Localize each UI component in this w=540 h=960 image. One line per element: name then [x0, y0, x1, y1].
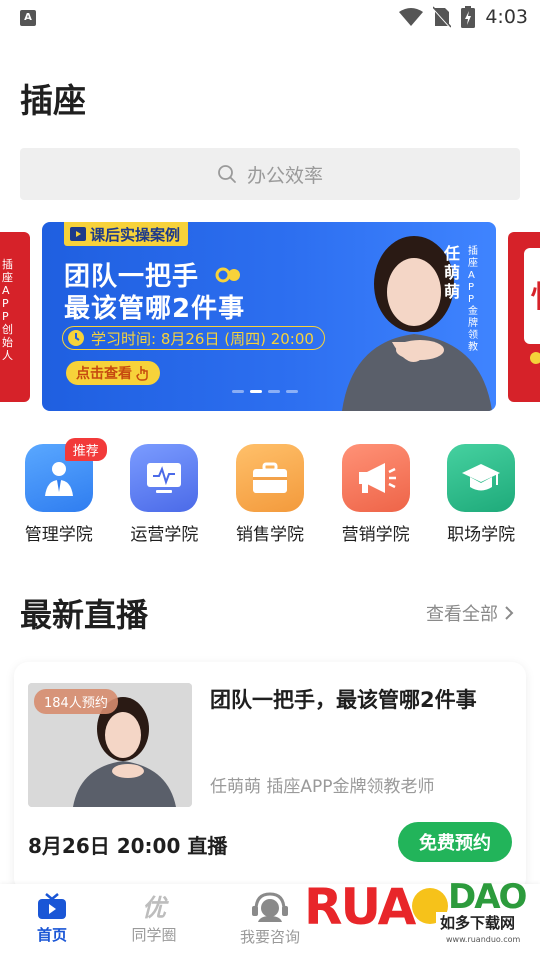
- clock: 4:03: [485, 6, 528, 28]
- category-grid: 推荐 管理学院 运营学院 销售学院 营销学院 职场学院: [0, 438, 540, 545]
- svg-text:DAO: DAO: [448, 877, 526, 917]
- carousel-dot: [286, 390, 298, 393]
- status-bar: A 4:03: [0, 0, 540, 36]
- hand-pointer-icon: [136, 366, 148, 381]
- banner-main[interactable]: 课后实操案例 团队一把手 最该管哪2件事 学习时间: 8月26日 (周四) 20…: [42, 222, 496, 411]
- carousel-dot: [232, 390, 244, 393]
- search-bar[interactable]: 办公效率: [20, 148, 520, 200]
- free-reserve-button[interactable]: 免费预约: [398, 822, 512, 862]
- banner-speaker-name: 任萌萌: [444, 244, 461, 301]
- tab-classmates[interactable]: 优 同学圈: [114, 892, 194, 945]
- app-notification-icon: A: [20, 10, 36, 26]
- search-icon: [218, 165, 236, 183]
- banner-prev-text: 插座APP创始人: [2, 258, 13, 362]
- svg-text:RUA: RUA: [304, 878, 417, 936]
- tab-label: 我要咨询: [239, 928, 300, 946]
- no-sim-icon: [433, 6, 452, 28]
- wifi-icon: [399, 8, 424, 26]
- live-thumbnail: 184人预约: [28, 683, 192, 807]
- section-title: 最新直播: [20, 596, 149, 634]
- monitor-chart-icon: [130, 444, 199, 512]
- chevron-right-icon: [505, 606, 514, 620]
- headset-icon: [252, 892, 288, 922]
- live-time: 8月26日 20:00 直播: [28, 834, 228, 858]
- ruanduo-watermark-logo: RUA DAO 如多下载网 www.ruanduo.com: [304, 877, 526, 944]
- banner-next-text: 忄: [530, 272, 540, 316]
- category-sales[interactable]: 销售学院: [218, 444, 322, 545]
- tab-label: 首页: [36, 926, 67, 944]
- category-career[interactable]: 职场学院: [429, 444, 533, 545]
- banner-prev-peek[interactable]: 插座APP创始人: [0, 232, 30, 402]
- svg-text:优: 优: [142, 893, 169, 920]
- graduation-cap-icon: [447, 444, 516, 512]
- svg-text:www.ruanduo.com: www.ruanduo.com: [446, 935, 521, 944]
- category-label: 运营学院: [130, 525, 199, 545]
- banner-next-peek[interactable]: 忄: [508, 232, 540, 402]
- category-management[interactable]: 推荐 管理学院: [7, 438, 111, 545]
- briefcase-icon: [235, 444, 304, 512]
- battery-charging-icon: [461, 6, 476, 28]
- megaphone-icon: [341, 444, 410, 512]
- see-all-link[interactable]: 查看全部: [426, 600, 514, 626]
- banner-tag: 课后实操案例: [64, 222, 189, 246]
- category-label: 管理学院: [24, 525, 93, 545]
- banner-view-button[interactable]: 点击查看: [66, 361, 160, 385]
- clock-icon: [68, 330, 84, 346]
- recommend-badge: 推荐: [64, 438, 107, 461]
- live-card[interactable]: 184人预约 团队一把手，最该管哪2件事 任萌萌 插座APP金牌领教老师 8月2…: [14, 662, 526, 892]
- live-subtitle: 任萌萌 插座APP金牌领教老师: [210, 777, 435, 797]
- category-operations[interactable]: 运营学院: [112, 444, 216, 545]
- category-marketing[interactable]: 营销学院: [324, 444, 428, 545]
- play-icon: [70, 227, 86, 241]
- banner-time-label: 学习时间: 8月26日 (周四) 20:00: [91, 329, 314, 348]
- category-label: 职场学院: [447, 525, 516, 545]
- tab-consult[interactable]: 我要咨询: [230, 892, 310, 947]
- tv-icon: [38, 893, 66, 919]
- carousel-dot: [268, 390, 280, 393]
- banner-title-line2: 最该管哪2件事: [64, 294, 246, 324]
- see-all-label: 查看全部: [426, 604, 498, 625]
- tab-label: 同学圈: [131, 926, 177, 944]
- banner-next-dot: [530, 352, 540, 364]
- reservation-count-badge: 184人预约: [34, 689, 118, 714]
- banner-speaker-role: 插座APP金牌领教: [468, 246, 478, 353]
- search-placeholder: 办公效率: [246, 164, 323, 187]
- status-icons: 4:03: [399, 6, 528, 28]
- carousel-indicator: [232, 390, 298, 393]
- banner-tag-label: 课后实操案例: [90, 225, 181, 244]
- category-label: 销售学院: [235, 525, 304, 545]
- banner-time: 学习时间: 8月26日 (周四) 20:00: [62, 326, 325, 350]
- page-title: 插座: [20, 81, 86, 120]
- category-label: 营销学院: [341, 525, 410, 545]
- carousel-dot-active: [250, 390, 262, 393]
- rings-decoration-icon: [215, 267, 240, 283]
- tab-home[interactable]: 首页: [12, 892, 92, 945]
- svg-text:如多下载网: 如多下载网: [440, 914, 515, 932]
- you-icon: 优: [142, 893, 169, 920]
- banner-view-label: 点击查看: [76, 366, 132, 382]
- live-title: 团队一把手，最该管哪2件事: [210, 688, 477, 712]
